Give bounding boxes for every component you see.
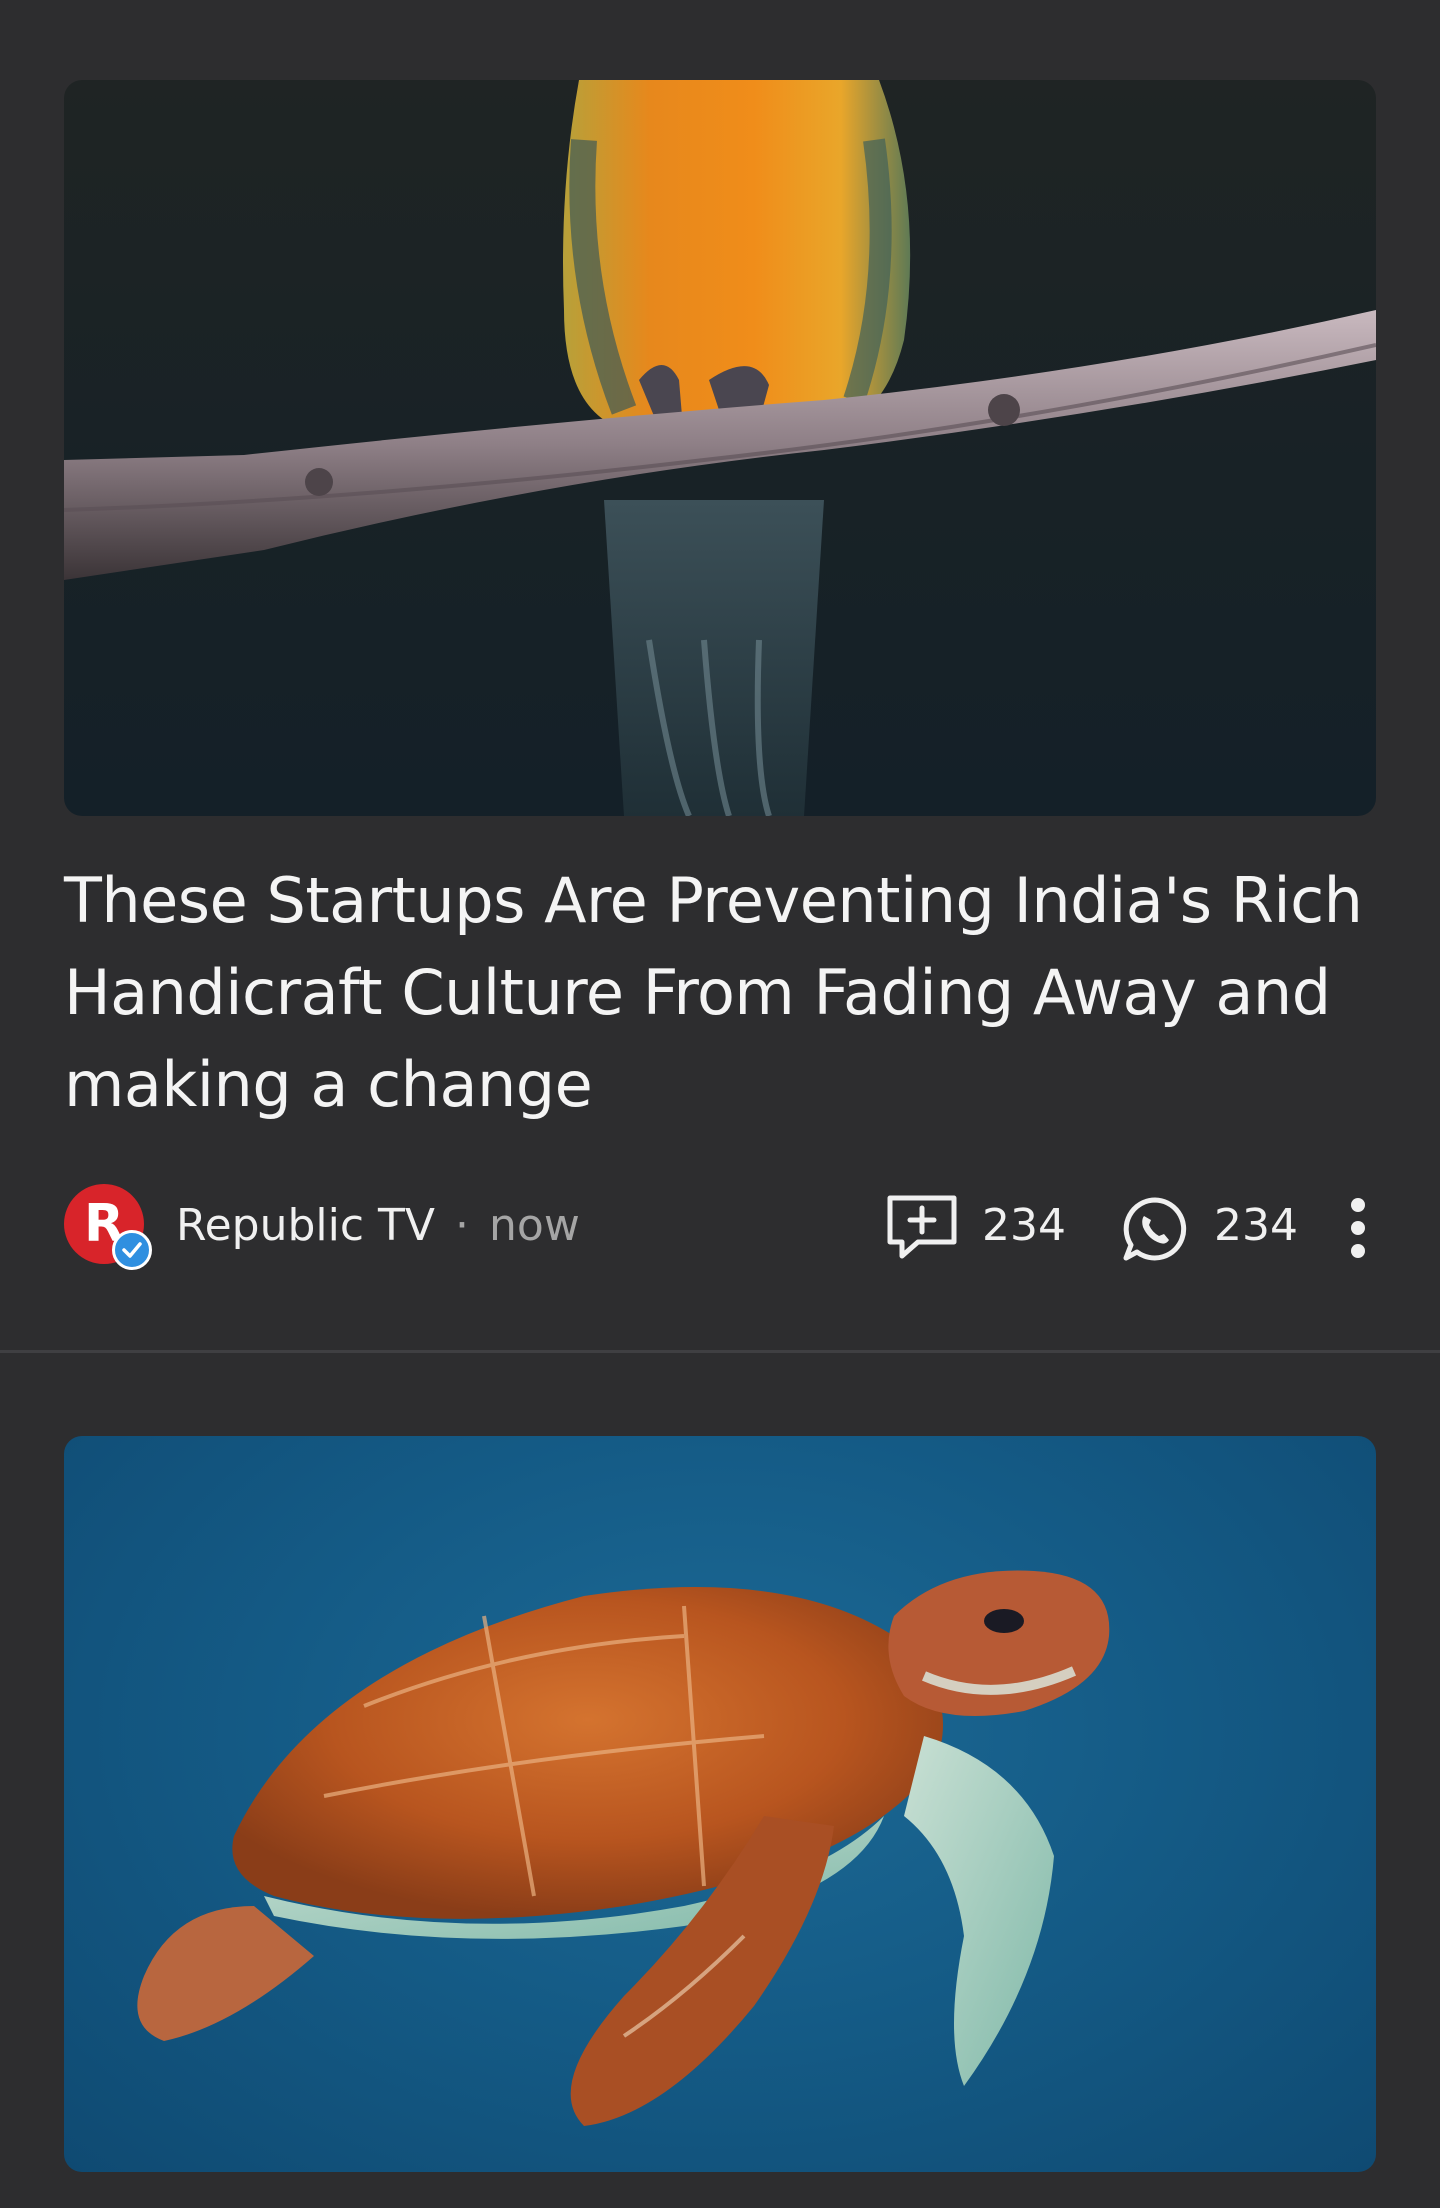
more-dot xyxy=(1351,1244,1365,1258)
more-vert-icon[interactable] xyxy=(1342,1192,1374,1264)
more-dot xyxy=(1351,1198,1365,1212)
whatsapp-icon[interactable] xyxy=(1122,1196,1188,1262)
comment-count: 234 xyxy=(982,1200,1066,1251)
article-image-turtle[interactable] xyxy=(64,1436,1376,2172)
turtle-illustration xyxy=(137,1570,1110,2126)
more-dot xyxy=(1351,1221,1365,1235)
publish-time: now xyxy=(489,1200,580,1251)
article-headline[interactable]: These Startups Are Preventing India's Ri… xyxy=(64,855,1364,1131)
share-count: 234 xyxy=(1214,1200,1298,1251)
article-image-parrot[interactable] xyxy=(64,80,1376,816)
comment-add-icon[interactable] xyxy=(886,1194,958,1262)
publisher-name: Republic TV xyxy=(176,1200,436,1251)
feed-divider xyxy=(0,1350,1440,1353)
news-feed: These Startups Are Preventing India's Ri… xyxy=(0,0,1440,2208)
publisher-avatar[interactable]: R xyxy=(64,1184,152,1270)
parrot-illustration xyxy=(64,80,1376,816)
publisher-info[interactable]: Republic TV · now xyxy=(176,1198,580,1254)
separator: · xyxy=(455,1200,470,1251)
verified-check-icon xyxy=(112,1230,152,1270)
article-meta-row: R Republic TV · now 234 234 xyxy=(64,1184,1376,1270)
